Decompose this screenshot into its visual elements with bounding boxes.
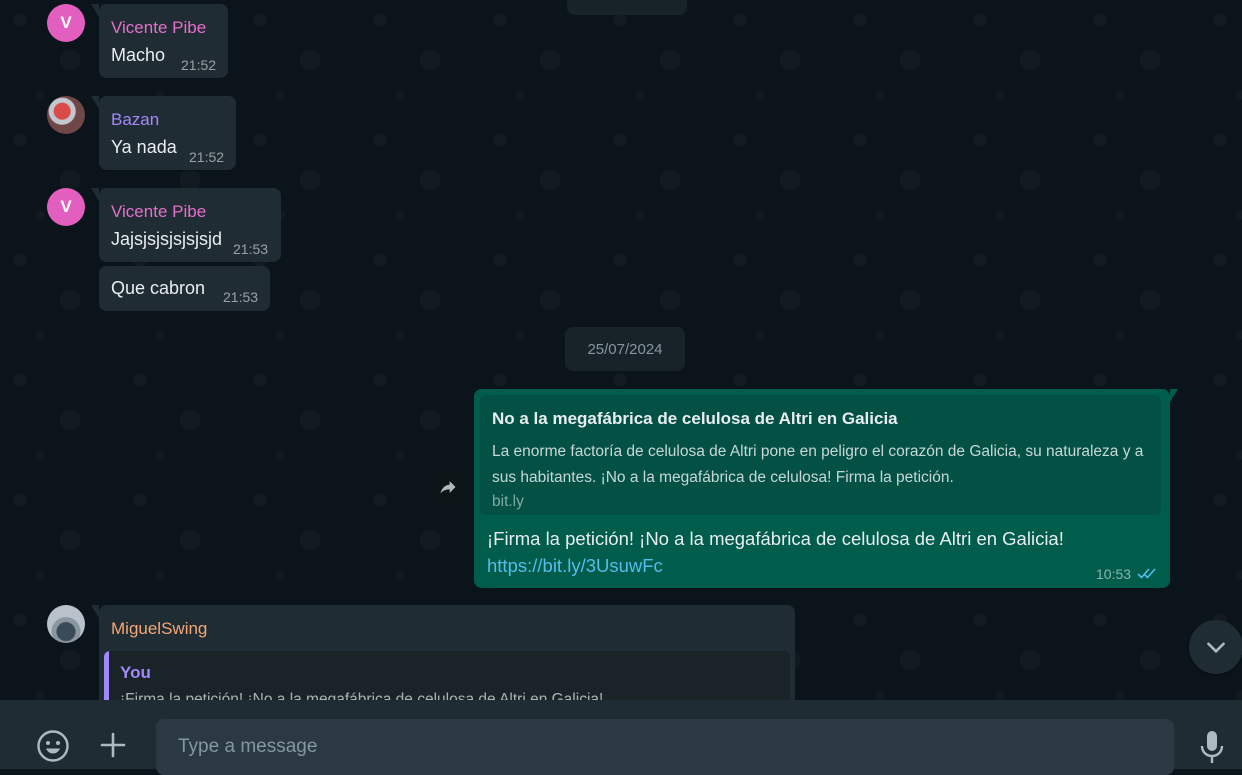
message-time: 21:53 xyxy=(223,289,259,305)
forward-icon xyxy=(440,481,456,494)
double-check-icon xyxy=(1137,568,1156,579)
link-preview[interactable]: No a la megafábrica de celulosa de Altri… xyxy=(480,395,1161,515)
forward-button[interactable] xyxy=(430,469,466,505)
quoted-author: You xyxy=(120,663,151,682)
quoted-text: ¡Firma la petición! ¡No a la megafábrica… xyxy=(120,691,604,700)
quote-bar xyxy=(104,651,109,700)
message-sender[interactable]: Vicente Pibe xyxy=(111,18,206,38)
message-text: Jajsjsjsjsjsjsjd xyxy=(111,229,223,249)
message-text: Ya nada xyxy=(111,137,177,157)
message-time: 10:53 xyxy=(1096,566,1132,582)
message-sender[interactable]: Bazan xyxy=(111,110,159,130)
message-time: 21:53 xyxy=(233,241,269,257)
quoted-message[interactable]: You ¡Firma la petición! ¡No a la megafáb… xyxy=(104,651,790,700)
chevron-down-icon xyxy=(1207,642,1225,654)
emoji-icon xyxy=(37,730,69,762)
message-bubble[interactable]: Vicente Pibe Macho 21:52 xyxy=(91,4,228,78)
message-bubble[interactable]: Vicente Pibe Jajsjsjsjsjsjsjd 21:53 xyxy=(91,188,281,262)
link-preview-title: No a la megafábrica de celulosa de Altri… xyxy=(492,409,898,428)
avatar[interactable]: V xyxy=(47,4,85,42)
avatar[interactable] xyxy=(47,96,85,134)
composer-bar xyxy=(0,700,1242,775)
message-bubble[interactable]: MiguelSwing You ¡Firma la petición! ¡No … xyxy=(91,605,795,700)
message-bubble[interactable]: Que cabron 21:53 xyxy=(99,266,270,311)
emoji-button[interactable] xyxy=(34,727,72,765)
link-preview-host: bit.ly xyxy=(492,493,524,510)
message-link[interactable]: https://bit.ly/3UsuwFc xyxy=(487,555,663,577)
avatar[interactable]: V xyxy=(47,188,85,226)
outgoing-message-bubble[interactable]: No a la megafábrica de celulosa de Altri… xyxy=(474,389,1178,588)
message-sender[interactable]: Vicente Pibe xyxy=(111,202,206,222)
message-text: Macho xyxy=(111,45,166,65)
attach-button[interactable] xyxy=(96,728,130,762)
message-input[interactable] xyxy=(156,719,1174,775)
message-bubble[interactable]: Bazan Ya nada 21:52 xyxy=(91,96,236,170)
scroll-to-bottom-button[interactable] xyxy=(1189,620,1242,674)
message-text: Que cabron xyxy=(111,278,206,298)
date-separator-top xyxy=(567,0,687,15)
date-separator: 25/07/2024 xyxy=(565,327,685,371)
link-preview-description: La enorme factoría de celulosa de Altri … xyxy=(492,443,1144,486)
message-text: ¡Firma la petición! ¡No a la megafábrica… xyxy=(487,528,1064,549)
voice-message-button[interactable] xyxy=(1196,727,1228,767)
chat-panel: V Vicente Pibe Macho 21:52 Bazan Ya nada… xyxy=(0,0,1242,700)
plus-icon xyxy=(100,732,126,758)
avatar[interactable] xyxy=(47,605,85,643)
message-time: 21:52 xyxy=(181,57,217,73)
message-sender[interactable]: MiguelSwing xyxy=(111,619,207,639)
microphone-icon xyxy=(1200,731,1224,763)
message-time: 21:52 xyxy=(189,149,225,165)
